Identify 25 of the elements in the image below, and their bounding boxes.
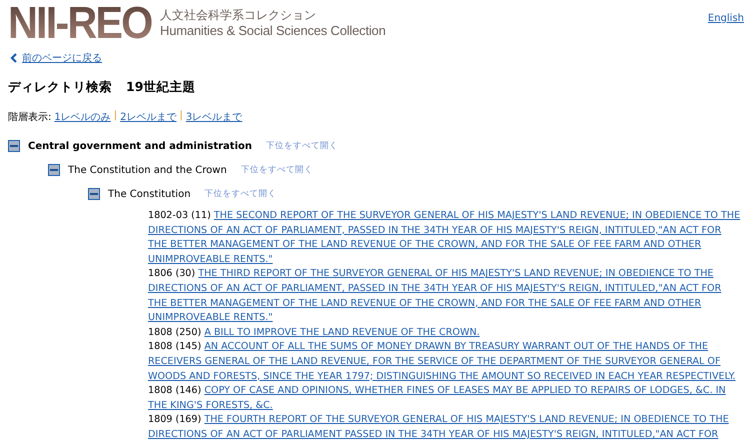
heading-title: 19世紀主題 — [126, 79, 196, 96]
chevron-left-icon — [10, 53, 17, 63]
tree-node-label[interactable]: The Constitution — [108, 188, 191, 200]
level-link[interactable]: 1レベルのみ — [54, 110, 111, 124]
tree-node-label[interactable]: Central government and administration — [28, 140, 252, 152]
document-entry[interactable]: 1802-03 (11) THE SECOND REPORT OF THE SURVEYOR GENERAL OF HIS MAJESTY'S LAND REVENUE; IN OBEDIENCE TO THE DIRECTIONS OF AN ACT OF PARLIAMENT, PASSED IN THE 34TH YEAR OF HIS MAJESTY'S REIGN, INTITULED,"AN ACT FOR THE BETTER MANAGEMENT OF THE LAND REVENUE OF THE CROWN, AND FOR THE SALE OF FEE FARM AND OTHER UNIMPROVEABLE RENTS." — [148, 209, 742, 268]
collapse-toggle[interactable] — [88, 188, 100, 200]
heading-label: ディレクトリ検索 — [8, 79, 112, 96]
language-link[interactable]: English — [708, 13, 744, 24]
document-entry[interactable]: 1809 (169) THE FOURTH REPORT OF THE SURVEYOR GENERAL OF HIS MAJESTY'S LAND REVENUE; IN OBEDIENCE TO THE DIRECTIONS OF AN ACT OF PARLIAMENT PASSED IN THE 34TH YEAR OF HIS MAJESTY'S REIGN, INTITULED,"AN ACT FOR — [148, 413, 742, 442]
document-entry[interactable]: 1808 (145) AN ACCOUNT OF ALL THE SUMS OF MONEY DRAWN BY TREASURY WARRANT OUT OF THE HANDS OF THE RECEIVERS GENERAL OF THE LAND REVENUE, FOR THE SERVICE OF THE DEPARTMENT OF THE SURVEYOR GENERAL OF WOODS AND FORESTS, SINCE THE YEAR 1797; DISTINGUISHING THE AMOUNT SO RECEIVED IN EACH YEAR RESPECTIVELY. — [148, 340, 742, 384]
collapse-toggle[interactable] — [8, 140, 20, 152]
level-view-label: 階層表示: — [8, 110, 52, 124]
collapse-toggle[interactable] — [48, 164, 60, 176]
collection-title: 人文社会科学系コレクション — [160, 8, 318, 23]
tree-node-label[interactable]: The Constitution and the Crown — [68, 164, 227, 176]
document-entry[interactable]: 1806 (30) THE THIRD REPORT OF THE SURVEYOR GENERAL OF HIS MAJESTY'S LAND REVENUE; IN OBEDIENCE TO THE DIRECTIONS OF AN ACT OF PARLIAMENT, PASSED IN THE 34TH YEAR OF HIS MAJESTY'S REIGN, INTITULED,"AN ACT FOR THE BETTER MANAGEMENT OF THE LAND REVENUE OF THE CROWN, AND FOR THE SALE OF FEE FARM AND OTHER UNIMPROVEABLE RENTS." — [148, 267, 742, 326]
back-link[interactable]: 前のページに戻る — [22, 51, 102, 65]
document-entry[interactable]: 1808 (146) COPY OF CASE AND OPINIONS, WHETHER FINES OF LEASES MAY BE APPLIED TO REPAIRS OF LODGES, &C. IN THE KING'S FORESTS, &C. — [148, 384, 742, 414]
separator: | — [180, 110, 183, 123]
level-link[interactable]: 2レベルまで — [120, 110, 176, 124]
level-link[interactable]: 3レベルまで — [186, 110, 242, 124]
separator: | — [114, 110, 118, 123]
document-entry[interactable]: 1808 (250) A BILL TO IMPROVE THE LAND REVENUE OF THE CROWN. — [148, 326, 742, 340]
collection-subtitle: Humanities & Social Sciences Collection — [160, 23, 386, 38]
